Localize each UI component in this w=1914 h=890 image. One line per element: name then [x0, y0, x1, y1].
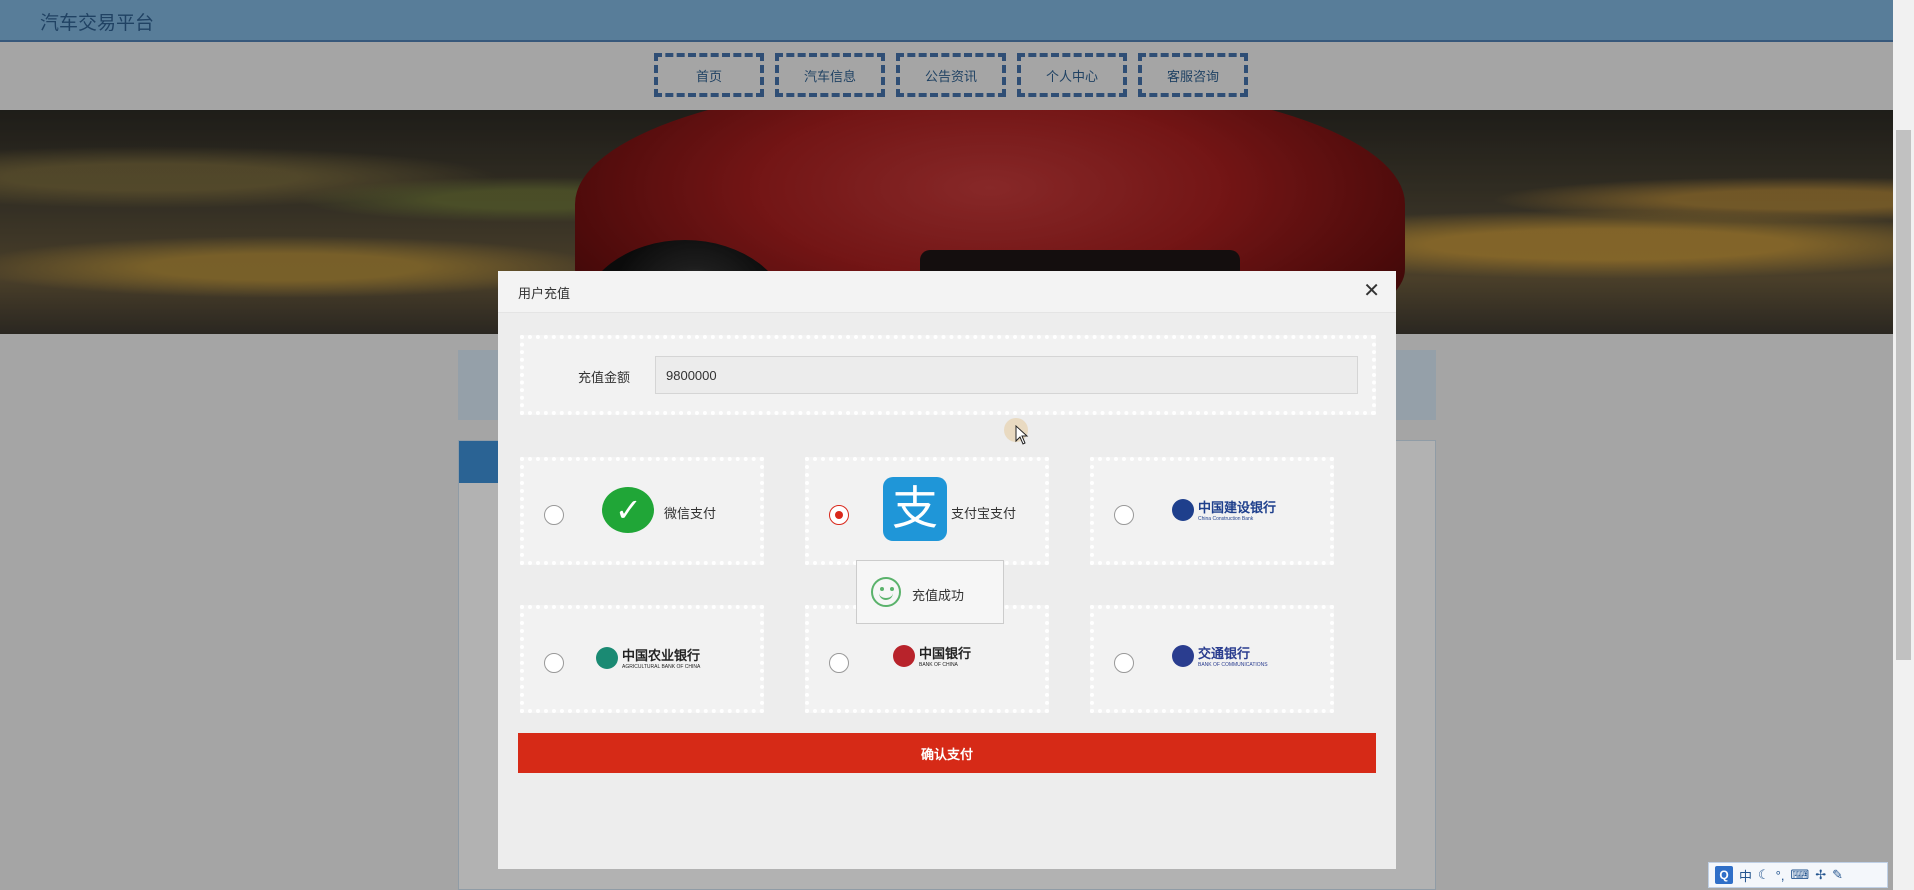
- radio-alipay[interactable]: [829, 505, 849, 525]
- bocom-name: 交通银行 BANK OF COMMUNICATIONS: [1198, 643, 1268, 668]
- radio-abc[interactable]: [544, 653, 564, 673]
- amount-section: 充值金额: [520, 335, 1376, 415]
- radio-boc[interactable]: [829, 653, 849, 673]
- pay-option-wechat[interactable]: 微信支付: [520, 457, 764, 565]
- pay-option-abc[interactable]: 中国农业银行 AGRICULTURAL BANK OF CHINA: [520, 605, 764, 713]
- ccb-name-en: China Construction Bank: [1198, 516, 1254, 522]
- ccb-name: 中国建设银行 China Construction Bank: [1198, 497, 1276, 522]
- success-toast: 充值成功: [856, 560, 1004, 624]
- mouse-cursor-icon: [1015, 425, 1029, 445]
- toast-message: 充值成功: [912, 588, 965, 603]
- ime-mode[interactable]: 中: [1739, 866, 1752, 885]
- bocom-name-cn: 交通银行: [1198, 647, 1251, 662]
- pay-option-alipay[interactable]: 支 支付宝支付: [805, 457, 1049, 565]
- page-scrollbar[interactable]: [1893, 0, 1914, 890]
- scrollbar-thumb[interactable]: [1896, 130, 1911, 660]
- pay-option-bocom[interactable]: 交通银行 BANK OF COMMUNICATIONS: [1090, 605, 1334, 713]
- amount-input[interactable]: [655, 356, 1358, 394]
- ccb-mark-icon: [1172, 498, 1194, 521]
- amount-label: 充值金额: [578, 370, 631, 385]
- keyboard-icon[interactable]: ⌨: [1790, 867, 1809, 883]
- abc-name: 中国农业银行 AGRICULTURAL BANK OF CHINA: [622, 645, 700, 670]
- pay-option-ccb[interactable]: 中国建设银行 China Construction Bank: [1090, 457, 1334, 565]
- boc-name-en: BANK OF CHINA: [919, 662, 958, 668]
- tools-icon[interactable]: ✢: [1815, 867, 1826, 883]
- radio-wechat[interactable]: [544, 505, 564, 525]
- ime-toolbar[interactable]: Q 中 ☾ °, ⌨ ✢ ✎: [1708, 862, 1888, 888]
- boc-name-cn: 中国银行: [919, 647, 972, 662]
- ccb-name-cn: 中国建设银行: [1198, 501, 1277, 516]
- confirm-payment-button[interactable]: 确认支付: [518, 733, 1376, 773]
- wrench-icon[interactable]: ✎: [1832, 867, 1843, 883]
- bocom-name-en: BANK OF COMMUNICATIONS: [1198, 662, 1268, 668]
- wechat-icon: [602, 487, 654, 533]
- pay-label-wechat: 微信支付: [664, 506, 717, 521]
- abc-name-cn: 中国农业银行: [622, 649, 701, 664]
- punctuation-icon[interactable]: °,: [1776, 868, 1785, 883]
- boc-logo-icon: 中国银行 BANK OF CHINA: [893, 643, 971, 668]
- radio-bocom[interactable]: [1114, 653, 1134, 673]
- radio-ccb[interactable]: [1114, 505, 1134, 525]
- ccb-logo-icon: 中国建设银行 China Construction Bank: [1172, 497, 1276, 522]
- boc-mark-icon: [893, 644, 915, 667]
- moon-icon[interactable]: ☾: [1758, 867, 1770, 883]
- smiley-icon: [871, 577, 901, 607]
- bocom-logo-icon: 交通银行 BANK OF COMMUNICATIONS: [1172, 643, 1268, 668]
- recharge-modal: 用户充值 ✕ 充值金额 微信支付 支 支付宝支付 中国建设银行 China Co…: [498, 271, 1396, 869]
- bocom-mark-icon: [1172, 644, 1194, 667]
- close-icon[interactable]: ✕: [1363, 281, 1380, 301]
- abc-logo-icon: 中国农业银行 AGRICULTURAL BANK OF CHINA: [596, 645, 700, 670]
- ime-logo-icon[interactable]: Q: [1715, 866, 1733, 884]
- boc-name: 中国银行 BANK OF CHINA: [919, 643, 971, 668]
- modal-header: 用户充值 ✕: [498, 271, 1396, 313]
- abc-mark-icon: [596, 646, 618, 669]
- pay-label-alipay: 支付宝支付: [951, 506, 1017, 521]
- abc-name-en: AGRICULTURAL BANK OF CHINA: [622, 664, 701, 670]
- alipay-icon: 支: [883, 477, 947, 541]
- modal-title: 用户充值: [518, 286, 571, 301]
